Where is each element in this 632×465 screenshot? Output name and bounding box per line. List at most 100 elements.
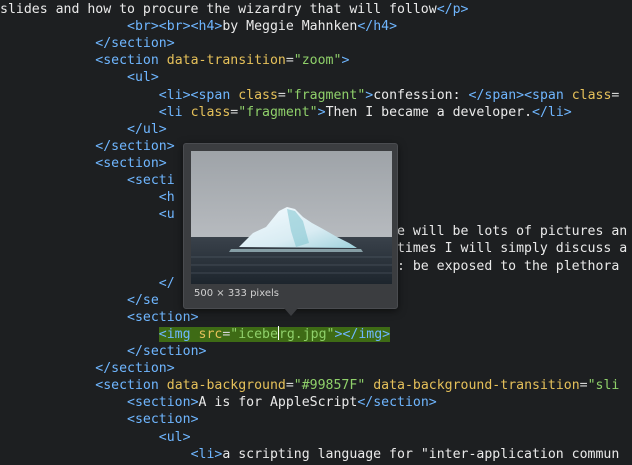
token-tag: <img [158,326,199,342]
token-tag: </ [158,275,175,291]
token-attr: class [571,87,612,103]
token-text: slides and how to procure the wizardry t… [0,2,437,17]
code-content: <section data-background = "#99857F" data-… [95,378,619,393]
code-line[interactable]: <u [0,206,175,223]
code-content: <section>A is for AppleScript</section> [127,395,437,410]
token-tag: <section> [127,412,199,428]
code-line[interactable]: </ul> [0,121,167,138]
code-line[interactable]: <ul> [0,69,159,86]
code-content: <section> [95,156,166,171]
code-content: <ul> [127,70,159,85]
code-line[interactable]: <img src="iceberg.jpg"></img> [0,325,391,343]
token-tag: <li [158,104,191,120]
token-text: Then I became a developer. [325,104,533,120]
code-content: <section> [127,310,198,325]
token-tag: > [341,53,350,69]
token-tag: </h4> [357,19,398,35]
code-content: <h [159,190,175,205]
token-tag: <li> [190,446,223,462]
token-attr: data-background [166,378,286,394]
token-text: a scripting language for "inter-applicat… [222,446,620,462]
code-line[interactable]: <secti [0,172,175,189]
token-str: "sli [587,378,620,394]
code-line[interactable]: slides and how to procure the wizardry t… [0,1,468,18]
token-tag: <u [158,207,175,223]
code-line[interactable]: <li><span class="fragment">confession: <… [0,87,620,104]
token-tag: <br><br><h4> [127,19,223,35]
code-content: </se [127,293,159,308]
code-content: slides and how to procure the wizardry t… [0,2,468,17]
token-text: A is for AppleScript [198,395,358,411]
token-tag: </section> [127,344,207,359]
code-line[interactable]: </ [0,275,175,292]
token-tag: <section [95,378,167,394]
popover-pointer [284,308,298,316]
code-content: <section> [127,412,198,427]
code-content: e will be lots of pictures an [397,224,627,239]
token-tag: </se [127,292,159,308]
code-content: <img src="iceberg.jpg"></img> [158,325,391,342]
token-str: "#99857F" [293,378,366,394]
token-punct: = [285,53,294,69]
iceberg-image [191,151,392,284]
code-content: <ul> [159,430,191,445]
code-content: <li><span class="fragment">confession: <… [159,88,620,103]
token-tag: </p> [436,2,469,17]
code-content: </section> [95,139,174,154]
code-content: </section> [95,361,174,376]
code-line[interactable]: <li class="fragment">Then I became a dev… [0,104,572,121]
token-text: : be exposed to the plethora [396,258,628,274]
code-content: <secti [127,173,175,188]
code-line[interactable]: </section> [0,138,174,155]
token-tag: </span><span [468,87,572,103]
code-line[interactable]: </section> [0,343,206,360]
code-content: <br><br><h4>by Meggie Mahnken</h4> [127,19,397,34]
token-text: times I will simply discuss a [396,241,628,257]
token-str: "fragment" [285,87,366,103]
token-tag: > [317,104,326,120]
code-line[interactable]: </se [0,292,159,309]
code-line[interactable]: </section> [0,35,174,52]
code-line[interactable]: <section>A is for AppleScript</section> [0,394,437,411]
code-line[interactable]: <h [0,189,175,206]
token-tag: <section> [127,309,199,325]
token-punct: = [277,87,286,103]
code-content: : be exposed to the plethora [397,259,627,274]
token-tag: <section> [127,395,199,411]
code-line[interactable]: <li>a scripting language for "inter-appl… [0,446,620,463]
code-line[interactable]: <section data-transition="zoom"> [0,52,349,69]
code-line[interactable]: <section> [0,411,198,428]
token-str: "fragment" [238,104,318,120]
code-line[interactable]: <ul> [0,429,191,446]
code-content: </ul> [127,122,167,137]
token-tag: </li> [532,104,572,120]
code-line[interactable]: <br><br><h4>by Meggie Mahnken</h4> [0,18,397,35]
token-punct: = [579,378,588,394]
code-line[interactable]: <section> [0,309,198,326]
token-text: e will be lots of pictures an [396,224,628,240]
code-line[interactable]: <section> [0,155,166,172]
code-content: </section> [127,344,206,359]
code-content: times I will simply discuss a [397,241,627,256]
token-attr: data-background-transition [373,378,580,394]
image-preview-popover: 500 × 333 pixels [183,143,398,316]
code-line[interactable]: <section data-background = "#99857F" data-… [0,377,619,394]
code-line[interactable]: </section> [0,360,174,377]
